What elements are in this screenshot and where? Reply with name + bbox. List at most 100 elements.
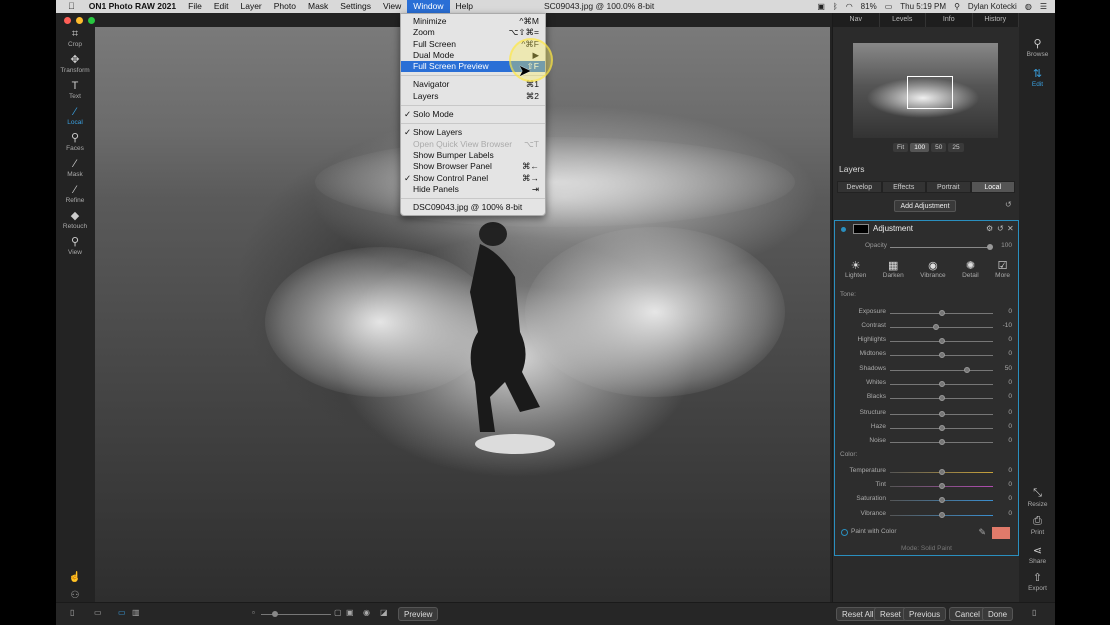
layers-title[interactable]: Layers [839, 164, 865, 174]
blacks-slider-knob[interactable] [938, 395, 945, 401]
menu-item-navigator[interactable]: Navigator ⌘1 [401, 79, 545, 90]
menu-photo[interactable]: Photo [268, 0, 302, 13]
minimize-window-icon[interactable] [76, 17, 83, 24]
menu-item-show-bumper-labels[interactable]: Show Bumper Labels [401, 150, 545, 161]
zoom-100-button[interactable]: 100 [910, 143, 930, 152]
menu-item-hide-panels[interactable]: Hide Panels ⇥ [401, 184, 545, 195]
menu-settings[interactable]: Settings [334, 0, 377, 13]
zoom-out-icon[interactable]: ▫ [252, 608, 255, 617]
app-menu[interactable]: ON1 Photo RAW 2021 [83, 0, 182, 13]
preset-vibrance[interactable]: ◉ Vibrance [920, 259, 946, 279]
paint-toggle-radio[interactable] [841, 529, 848, 536]
battery-icon[interactable]: ▭ [885, 2, 893, 11]
tab-history[interactable]: History [973, 13, 1019, 27]
tool-refine[interactable]: ⁄ Refine [56, 183, 94, 204]
paint-color-swatch[interactable] [992, 527, 1010, 539]
zoom-25-button[interactable]: 25 [948, 143, 964, 152]
menu-item-show-browser-panel[interactable]: Show Browser Panel ⌘← [401, 161, 545, 172]
menu-mask[interactable]: Mask [302, 0, 334, 13]
menu-item-dsc09043-jpg-100-8-bit[interactable]: DSC09043.jpg @ 100% 8-bit [401, 202, 545, 213]
contrast-slider[interactable] [890, 327, 993, 328]
opacity-slider-knob[interactable] [987, 244, 993, 250]
tool-faces[interactable]: ⚲ Faces [56, 131, 94, 152]
reset-icon[interactable]: ↺ [1005, 200, 1012, 209]
browser-view-icon[interactable]: ▭ [94, 608, 102, 617]
menu-file[interactable]: File [182, 0, 208, 13]
tab-develop[interactable]: Develop [837, 181, 882, 193]
vibrance-slider-knob[interactable] [938, 512, 945, 518]
auto-tone-icon[interactable]: ▣ [346, 608, 354, 617]
previous-button[interactable]: Previous [903, 607, 947, 621]
menu-help[interactable]: Help [450, 0, 479, 13]
menu-item-show-control-panel[interactable]: ✓ Show Control Panel ⌘→ [401, 173, 545, 184]
tool-local[interactable]: ⁄ Local [56, 105, 94, 126]
opacity-slider[interactable] [890, 247, 990, 248]
saturation-slider-knob[interactable] [938, 497, 945, 503]
tab-nav[interactable]: Nav [833, 13, 880, 27]
tab-info[interactable]: Info [926, 13, 973, 27]
shadows-slider-knob[interactable] [964, 367, 971, 373]
zoom-slider-knob[interactable] [272, 611, 278, 617]
menu-window[interactable]: Window [407, 0, 450, 13]
user-name[interactable]: Dylan Kotecki [968, 2, 1017, 11]
panel-toggle-icon[interactable]: ▯ [70, 608, 74, 617]
tab-effects[interactable]: Effects [881, 181, 926, 193]
export-module[interactable]: ⇧ Export [1020, 571, 1055, 592]
contrast-slider-knob[interactable] [933, 324, 940, 330]
tab-portrait[interactable]: Portrait [926, 181, 971, 193]
menu-item-open-quick-view-browser[interactable]: Open Quick View Browser ⌥T [401, 139, 545, 150]
brush-overlay-icon[interactable]: ◪ [380, 608, 388, 617]
preset-darken[interactable]: ▦ Darken [883, 259, 904, 279]
tray-app-icon[interactable]: ▣ [817, 2, 825, 11]
reset-button[interactable]: Reset [874, 607, 907, 621]
adjustment-name[interactable]: Adjustment [873, 224, 913, 233]
preview-button[interactable]: Preview [398, 607, 439, 621]
highlights-slider-knob[interactable] [938, 338, 945, 344]
structure-slider-knob[interactable] [938, 411, 945, 417]
bluetooth-icon[interactable]: ᛒ [833, 2, 838, 11]
preset-detail[interactable]: ✺ Detail [962, 259, 979, 279]
resize-module[interactable]: ⤡ Resize [1020, 487, 1055, 508]
noise-slider-knob[interactable] [938, 439, 945, 445]
clock[interactable]: Thu 5:19 PM [900, 2, 946, 11]
menu-item-solo-mode[interactable]: ✓ Solo Mode [401, 109, 545, 120]
active-dot-icon[interactable] [841, 227, 846, 232]
compare-view-icon[interactable]: ▥ [132, 608, 140, 617]
wifi-icon[interactable]: ◠ [846, 2, 853, 11]
zoom-window-icon[interactable] [88, 17, 95, 24]
preset-more[interactable]: ☑ More [995, 259, 1010, 279]
haze-slider-knob[interactable] [938, 425, 945, 431]
eyedropper-icon[interactable]: ✎ [978, 527, 986, 538]
mask-view-icon[interactable]: ◉ [363, 608, 370, 617]
tab-levels[interactable]: Levels [880, 13, 926, 27]
gear-icon[interactable]: ⚙ [986, 224, 993, 233]
preset-lighten[interactable]: ☀ Lighten [845, 259, 866, 279]
exposure-slider-knob[interactable] [938, 310, 945, 316]
midtones-slider-knob[interactable] [938, 352, 945, 358]
menu-item-zoom[interactable]: Zoom ⌥⇧⌘= [401, 27, 545, 38]
tool-retouch[interactable]: ◆ Retouch [56, 209, 94, 230]
whites-slider-knob[interactable] [938, 381, 945, 387]
navigator-thumbnail[interactable] [853, 43, 998, 138]
edit-module[interactable]: ⇅ Edit [1020, 67, 1055, 88]
temperature-slider-knob[interactable] [938, 469, 945, 475]
zoom-50-button[interactable]: 50 [931, 143, 947, 152]
hand-tool-icon[interactable]: ☝ [56, 572, 94, 590]
mask-thumbnail[interactable] [853, 224, 869, 234]
tool-mask[interactable]: ⁄ Mask [56, 157, 94, 178]
tool-transform[interactable]: ✥ Transform [56, 53, 94, 74]
share-module[interactable]: ⋖ Share [1020, 544, 1055, 565]
single-view-icon[interactable]: ▭ [118, 608, 126, 617]
print-module[interactable]: ⎙ Print [1020, 515, 1055, 536]
tool-view[interactable]: ⚲ View [56, 235, 94, 256]
tool-crop[interactable]: ⌗ Crop [56, 27, 94, 48]
navigator-viewport-rect[interactable] [907, 76, 953, 109]
close-window-icon[interactable] [64, 17, 71, 24]
tab-local[interactable]: Local [970, 181, 1015, 193]
done-button[interactable]: Done [982, 607, 1014, 621]
menu-edit[interactable]: Edit [208, 0, 235, 13]
close-icon[interactable]: ✕ [1007, 224, 1014, 233]
tool-text[interactable]: T Text [56, 79, 94, 100]
menu-view[interactable]: View [377, 0, 407, 13]
control-center-icon[interactable]: ☰ [1040, 2, 1047, 11]
